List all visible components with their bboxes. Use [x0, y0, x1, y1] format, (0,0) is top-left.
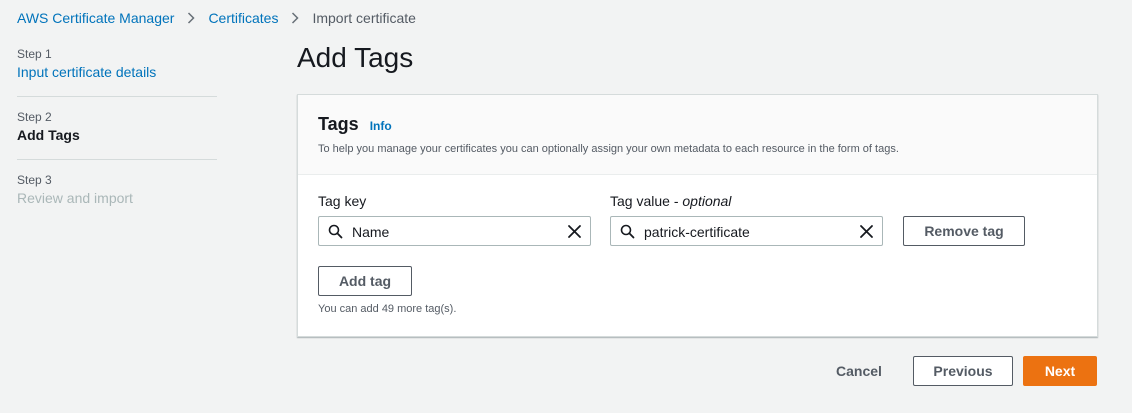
step-link-input-certificate-details[interactable]: Input certificate details — [17, 62, 217, 82]
step-3: Step 3 Review and import — [17, 172, 217, 222]
tags-panel-title: Tags — [318, 114, 359, 134]
page-title: Add Tags — [297, 42, 414, 73]
tag-key-label: Tag key — [318, 193, 367, 209]
info-link[interactable]: Info — [370, 119, 392, 133]
step-1: Step 1 Input certificate details — [17, 46, 217, 97]
tag-value-input[interactable] — [644, 223, 844, 240]
step-title-add-tags: Add Tags — [17, 127, 80, 143]
chevron-right-icon — [187, 12, 195, 24]
step-number: Step 1 — [17, 47, 52, 61]
tag-value-label: Tag value - optional — [610, 193, 731, 209]
cancel-button[interactable]: Cancel — [830, 356, 888, 386]
tag-value-field[interactable] — [610, 216, 883, 246]
tag-key-input[interactable] — [352, 223, 552, 240]
tag-limit-help-text: You can add 49 more tag(s). — [318, 303, 457, 315]
remove-tag-button[interactable]: Remove tag — [903, 216, 1025, 246]
search-icon — [328, 224, 343, 244]
breadcrumb-current: Import certificate — [312, 10, 416, 26]
search-icon — [620, 224, 635, 244]
step-2: Step 2 Add Tags — [17, 109, 217, 160]
previous-button[interactable]: Previous — [913, 356, 1013, 386]
step-number: Step 2 — [17, 110, 52, 124]
next-button[interactable]: Next — [1023, 356, 1097, 386]
wizard-steps: Step 1 Input certificate details Step 2 … — [17, 46, 217, 234]
breadcrumb: AWS Certificate Manager Certificates Imp… — [17, 9, 416, 27]
chevron-right-icon — [291, 12, 300, 24]
tags-panel: Tags Info To help you manage your certif… — [297, 94, 1098, 337]
step-title-review-and-import: Review and import — [17, 190, 133, 206]
step-number: Step 3 — [17, 173, 52, 187]
tag-value-label-main: Tag value - — [610, 193, 683, 209]
clear-icon[interactable] — [567, 224, 582, 244]
breadcrumb-certificates[interactable]: Certificates — [208, 10, 278, 26]
tag-value-optional: optional — [682, 193, 732, 209]
add-tag-button[interactable]: Add tag — [318, 266, 412, 296]
clear-icon[interactable] — [859, 224, 874, 244]
tag-key-field[interactable] — [318, 216, 591, 246]
breadcrumb-aws-certificate-manager[interactable]: AWS Certificate Manager — [17, 10, 174, 26]
tags-panel-header: Tags Info To help you manage your certif… — [298, 95, 1097, 175]
tags-panel-description: To help you manage your certificates you… — [318, 143, 899, 155]
